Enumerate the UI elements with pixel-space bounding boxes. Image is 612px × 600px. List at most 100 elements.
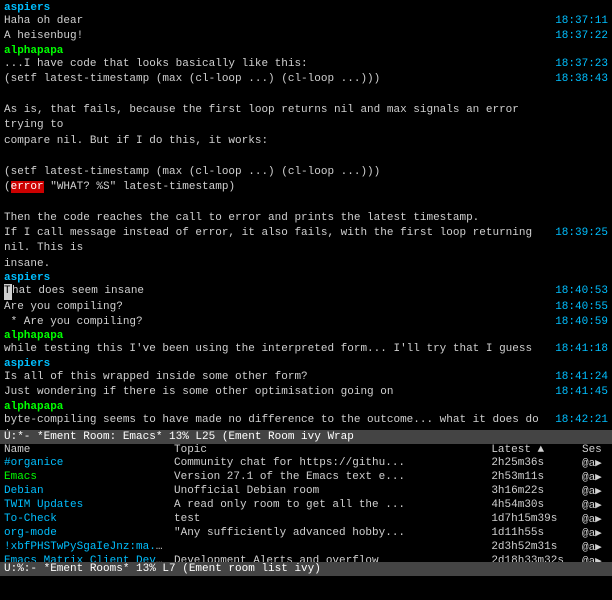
room-name-cell[interactable]: #organice <box>0 456 170 470</box>
message-line <box>4 88 608 103</box>
room-latest-cell: 1d11h55s <box>487 526 578 540</box>
room-latest-cell: 3h16m22s <box>487 484 578 498</box>
author-line: alphapapa <box>4 330 608 342</box>
room-name-cell[interactable]: !xbfPHSTwPySgaIeJnz:ma... <box>0 540 170 554</box>
message-line: while testing this I've been using the i… <box>4 342 608 357</box>
author-label: alphapapa <box>4 330 63 342</box>
message-line: Just wondering if there is some other op… <box>4 385 608 400</box>
room-name-cell[interactable]: To-Check <box>0 512 170 526</box>
message-line: * Are you compiling? 18:40:59 <box>4 315 608 330</box>
timestamp: 18:41:45 <box>555 385 608 400</box>
room-ses-cell: @a▶ <box>578 470 612 484</box>
message-text: Are you compiling? <box>4 300 547 315</box>
error-highlight: error <box>11 181 44 193</box>
message-line: insane. <box>4 257 608 272</box>
message-line: As is, that fails, because the first loo… <box>4 103 608 134</box>
message-text: while testing this I've been using the i… <box>4 342 547 357</box>
col-header-name: Name <box>0 444 170 456</box>
room-name-link[interactable]: To-Check <box>4 513 57 525</box>
room-name-link[interactable]: TWIM Updates <box>4 499 83 511</box>
room-ses-cell: @a▶ <box>578 456 612 470</box>
room-ses-cell: @a▶ <box>578 512 612 526</box>
room-name-cell[interactable]: Emacs <box>0 470 170 484</box>
col-header-latest: Latest ▲ <box>487 444 578 456</box>
room-ses-cell: @a▶ <box>578 484 612 498</box>
author-line: aspiers <box>4 272 608 284</box>
rooms-mode-line-text: U:%:- *Ement Rooms* 13% L7 (Ement room l… <box>4 563 321 575</box>
author-line: aspiers <box>4 2 608 14</box>
message-text: Then the code reaches the call to error … <box>4 211 550 226</box>
author-label: alphapapa <box>4 401 63 413</box>
message-line: (setf latest-timestamp (max (cl-loop ...… <box>4 72 608 87</box>
message-line: Is all of this wrapped inside some other… <box>4 370 608 385</box>
chat-area: aspiers Haha oh dear 18:37:11 A heisenbu… <box>0 0 612 430</box>
table-row: Emacs Matrix Client Dev...Development Al… <box>0 554 612 562</box>
room-name-link[interactable]: Debian <box>4 485 44 497</box>
message-line: If I call message instead of error, it a… <box>4 226 608 257</box>
timestamp: 18:38:43 <box>555 72 608 87</box>
message-line: (setf latest-timestamp (max (cl-loop ...… <box>4 165 608 180</box>
room-name-cell[interactable]: TWIM Updates <box>0 498 170 512</box>
author-label: aspiers <box>4 358 50 370</box>
message-text: Is all of this wrapped inside some other… <box>4 370 547 385</box>
room-ses-cell: @a▶ <box>578 540 612 554</box>
room-name-link[interactable]: Emacs Matrix Client Dev... <box>4 555 170 562</box>
table-header-row: Name Topic Latest ▲ Ses <box>0 444 612 456</box>
room-ses-cell: @a▶ <box>578 554 612 562</box>
timestamp: 18:40:53 <box>555 284 608 299</box>
timestamp: 18:40:59 <box>555 315 608 330</box>
message-text: * Are you compiling? <box>4 315 547 330</box>
message-text: That does seem insane <box>4 284 547 299</box>
room-topic-cell <box>170 540 487 554</box>
room-ses-cell: @a▶ <box>578 498 612 512</box>
timestamp: 18:40:55 <box>555 300 608 315</box>
timestamp: 18:39:25 <box>555 226 608 241</box>
room-topic-cell: A read only room to get all the ... <box>170 498 487 512</box>
room-latest-cell: 4h54m30s <box>487 498 578 512</box>
message-line: Haha oh dear 18:37:11 <box>4 14 608 29</box>
rooms-table: Name Topic Latest ▲ Ses #organice Communi… <box>0 444 612 562</box>
room-name-link[interactable]: #organice <box>4 457 63 469</box>
room-name-link[interactable]: org-mode <box>4 527 57 539</box>
message-line: Then the code reaches the call to error … <box>4 211 608 226</box>
message-text: If I call message instead of error, it a… <box>4 226 547 257</box>
message-text: ...I have code that looks basically like… <box>4 57 547 72</box>
table-row: !xbfPHSTwPySgaIeJnz:ma...2d3h52m31s@a▶ <box>0 540 612 554</box>
message-text: byte-compiling seems to have made no dif… <box>4 413 547 430</box>
author-label: aspiers <box>4 2 50 14</box>
room-latest-cell: 2h53m11s <box>487 470 578 484</box>
room-name-link[interactable]: Emacs <box>4 471 37 483</box>
room-latest-cell: 2d18h33m32s <box>487 554 578 562</box>
room-topic-cell: Development Alerts and overflow <box>170 554 487 562</box>
message-text <box>4 195 550 210</box>
table-row: TWIM Updates A read only room to get all … <box>0 498 612 512</box>
message-line: (error "WHAT? %S" latest-timestamp) <box>4 180 608 195</box>
message-text <box>4 149 550 164</box>
message-text: (setf latest-timestamp (max (cl-loop ...… <box>4 165 550 180</box>
message-text: (error "WHAT? %S" latest-timestamp) <box>4 180 550 195</box>
room-topic-cell: Community chat for https://githu... <box>170 456 487 470</box>
message-line: That does seem insane 18:40:53 <box>4 284 608 299</box>
room-latest-cell: 1d7h15m39s <box>487 512 578 526</box>
timestamp: 18:37:22 <box>555 29 608 44</box>
message-line: Are you compiling? 18:40:55 <box>4 300 608 315</box>
room-name-cell[interactable]: org-mode <box>0 526 170 540</box>
author-line: aspiers <box>4 358 608 370</box>
message-text <box>4 88 550 103</box>
timestamp: 18:42:21 <box>555 413 608 428</box>
table-row: DebianUnofficial Debian room3h16m22s@a▶ <box>0 484 612 498</box>
message-text: As is, that fails, because the first loo… <box>4 103 550 134</box>
room-name-link[interactable]: !xbfPHSTwPySgaIeJnz:ma... <box>4 541 169 553</box>
room-topic-cell: test <box>170 512 487 526</box>
room-ses-cell: @a▶ <box>578 526 612 540</box>
room-name-cell[interactable]: Emacs Matrix Client Dev... <box>0 554 170 562</box>
room-name-cell[interactable]: Debian <box>0 484 170 498</box>
timestamp: 18:37:23 <box>555 57 608 72</box>
table-row: #organice Community chat for https://gith… <box>0 456 612 470</box>
timestamp: 18:41:24 <box>555 370 608 385</box>
message-line: compare nil. But if I do this, it works: <box>4 134 608 149</box>
timestamp: 18:37:11 <box>555 14 608 29</box>
room-latest-cell: 2h25m36s <box>487 456 578 470</box>
message-text: insane. <box>4 257 550 272</box>
message-line <box>4 195 608 210</box>
